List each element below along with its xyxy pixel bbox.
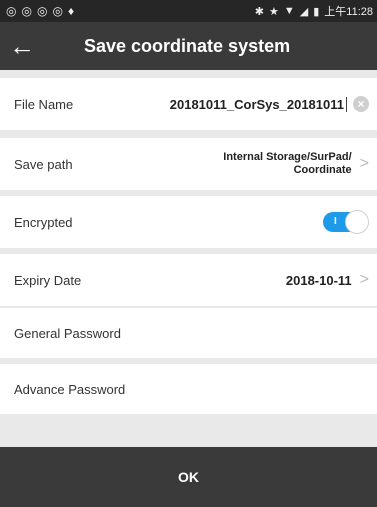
advance-password-row[interactable]: Advance Password (0, 364, 377, 414)
save-path-row[interactable]: Save path Internal Storage/SurPad/ Coord… (0, 138, 377, 190)
title-bar: ← Save coordinate system (0, 22, 377, 70)
expiry-date-row[interactable]: Expiry Date 2018-10-11 > (0, 254, 377, 306)
notification-icon: ◎ (6, 4, 17, 18)
general-password-row[interactable]: General Password (0, 308, 377, 358)
toggle-knob (345, 210, 369, 234)
file-name-label: File Name (14, 96, 74, 112)
status-time: 上午11:28 (324, 6, 373, 18)
status-notification-icons: ◎ ◎ ◎ ◎ ♦ (6, 5, 74, 17)
file-name-row[interactable]: File Name 20181011_CorSys_20181011 × (0, 78, 377, 130)
status-system-icons: ✱ ★ ▼ ◢ ▮ 上午11:28 (255, 3, 373, 19)
bluetooth-icon: ✱ (254, 5, 264, 18)
encrypted-label: Encrypted (14, 214, 73, 230)
notification-icon: ◎ (36, 4, 48, 18)
chevron-right-icon: > (359, 271, 369, 288)
general-password-label: General Password (14, 325, 121, 341)
location-icon: ♦ (67, 4, 75, 18)
save-path-value: Internal Storage/SurPad/ Coordinate (223, 151, 351, 177)
back-arrow-icon[interactable]: ← (0, 22, 44, 70)
ok-button[interactable]: OK (0, 447, 377, 507)
expiry-date-label: Expiry Date (14, 272, 82, 288)
save-path-label: Save path (14, 156, 73, 172)
battery-icon: ▮ (313, 5, 320, 18)
notification-icon: ◎ (52, 4, 63, 18)
save-path-line2: Coordinate (293, 164, 352, 176)
advance-password-label: Advance Password (14, 381, 126, 397)
encrypted-row: Encrypted I (0, 196, 377, 248)
encrypted-toggle[interactable]: I (323, 210, 369, 234)
file-name-input[interactable]: 20181011_CorSys_20181011 (170, 96, 347, 112)
clear-icon[interactable]: × (353, 96, 369, 112)
expiry-date-value: 2018-10-11 (285, 272, 352, 288)
wifi-icon: ▼ (283, 5, 295, 17)
page-title: Save coordinate system (84, 35, 291, 56)
star-icon: ★ (268, 5, 279, 18)
signal-icon: ◢ (299, 5, 309, 18)
save-path-line1: Internal Storage/SurPad/ (223, 151, 352, 163)
notification-icon: ◎ (21, 4, 32, 18)
toggle-on-mark: I (334, 216, 337, 227)
chevron-right-icon: > (359, 155, 369, 172)
status-bar: ◎ ◎ ◎ ◎ ♦ ✱ ★ ▼ ◢ ▮ 上午11:28 (0, 0, 377, 22)
